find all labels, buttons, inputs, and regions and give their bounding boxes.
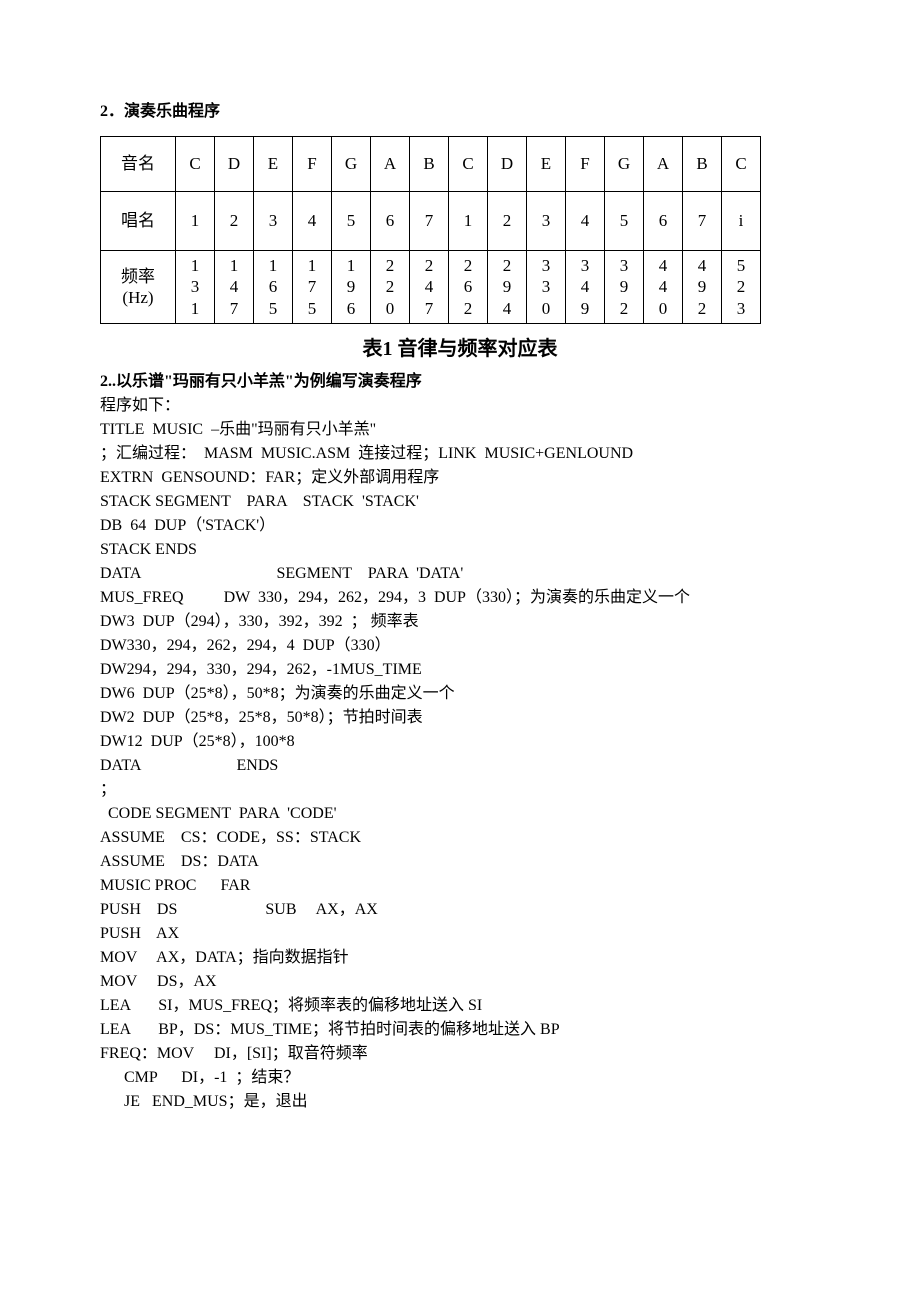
table-cell: 220 — [371, 251, 410, 324]
row-header-note: 音名 — [101, 137, 176, 192]
table-cell: 1 — [176, 192, 215, 251]
table-row-sing: 唱名 1 2 3 4 5 6 7 1 2 3 4 5 6 7 i — [101, 192, 761, 251]
table-cell: 492 — [683, 251, 722, 324]
intro-text: 程序如下： — [100, 394, 820, 418]
table-cell: F — [566, 137, 605, 192]
table-cell: D — [215, 137, 254, 192]
table-cell: i — [722, 192, 761, 251]
table-cell: G — [605, 137, 644, 192]
table-cell: 6 — [371, 192, 410, 251]
table-cell: 247 — [410, 251, 449, 324]
table-cell: 1 — [449, 192, 488, 251]
table-cell: 7 — [410, 192, 449, 251]
row-header-sing: 唱名 — [101, 192, 176, 251]
table-cell: 175 — [293, 251, 332, 324]
pitch-frequency-table: 音名 C D E F G A B C D E F G A B C 唱名 1 2 … — [100, 136, 761, 324]
table-row-note: 音名 C D E F G A B C D E F G A B C — [101, 137, 761, 192]
table-cell: 5 — [332, 192, 371, 251]
table-cell: E — [254, 137, 293, 192]
table-cell: 392 — [605, 251, 644, 324]
table-cell: C — [722, 137, 761, 192]
table-row-freq: 频率(Hz) 131 147 165 175 196 220 247 262 2… — [101, 251, 761, 324]
table-cell: 2 — [488, 192, 527, 251]
table-cell: 349 — [566, 251, 605, 324]
section-title: 2．演奏乐曲程序 — [100, 100, 820, 124]
table-cell: 4 — [566, 192, 605, 251]
table-cell: G — [332, 137, 371, 192]
table-cell: 196 — [332, 251, 371, 324]
table-cell: 3 — [527, 192, 566, 251]
table-cell: F — [293, 137, 332, 192]
table-cell: 523 — [722, 251, 761, 324]
table-cell: 3 — [254, 192, 293, 251]
table-cell: E — [527, 137, 566, 192]
table-cell: C — [449, 137, 488, 192]
table-cell: 5 — [605, 192, 644, 251]
table-cell: 6 — [644, 192, 683, 251]
table-cell: 4 — [293, 192, 332, 251]
subsection-title: 2..以乐谱"玛丽有只小羊羔"为例编写演奏程序 — [100, 370, 820, 394]
row-header-freq: 频率(Hz) — [101, 251, 176, 324]
table-cell: B — [410, 137, 449, 192]
table-cell: 440 — [644, 251, 683, 324]
table-cell: 330 — [527, 251, 566, 324]
table-caption: 表1 音律与频率对应表 — [100, 334, 820, 364]
table-cell: 131 — [176, 251, 215, 324]
table-cell: 294 — [488, 251, 527, 324]
table-cell: D — [488, 137, 527, 192]
assembly-code-block: TITLE MUSIC –乐曲"玛丽有只小羊羔" ；汇编过程： MASM MUS… — [100, 418, 820, 1114]
table-cell: 262 — [449, 251, 488, 324]
table-cell: B — [683, 137, 722, 192]
table-cell: 147 — [215, 251, 254, 324]
table-cell: C — [176, 137, 215, 192]
table-cell: 2 — [215, 192, 254, 251]
table-cell: A — [371, 137, 410, 192]
table-cell: 165 — [254, 251, 293, 324]
table-cell: A — [644, 137, 683, 192]
table-cell: 7 — [683, 192, 722, 251]
